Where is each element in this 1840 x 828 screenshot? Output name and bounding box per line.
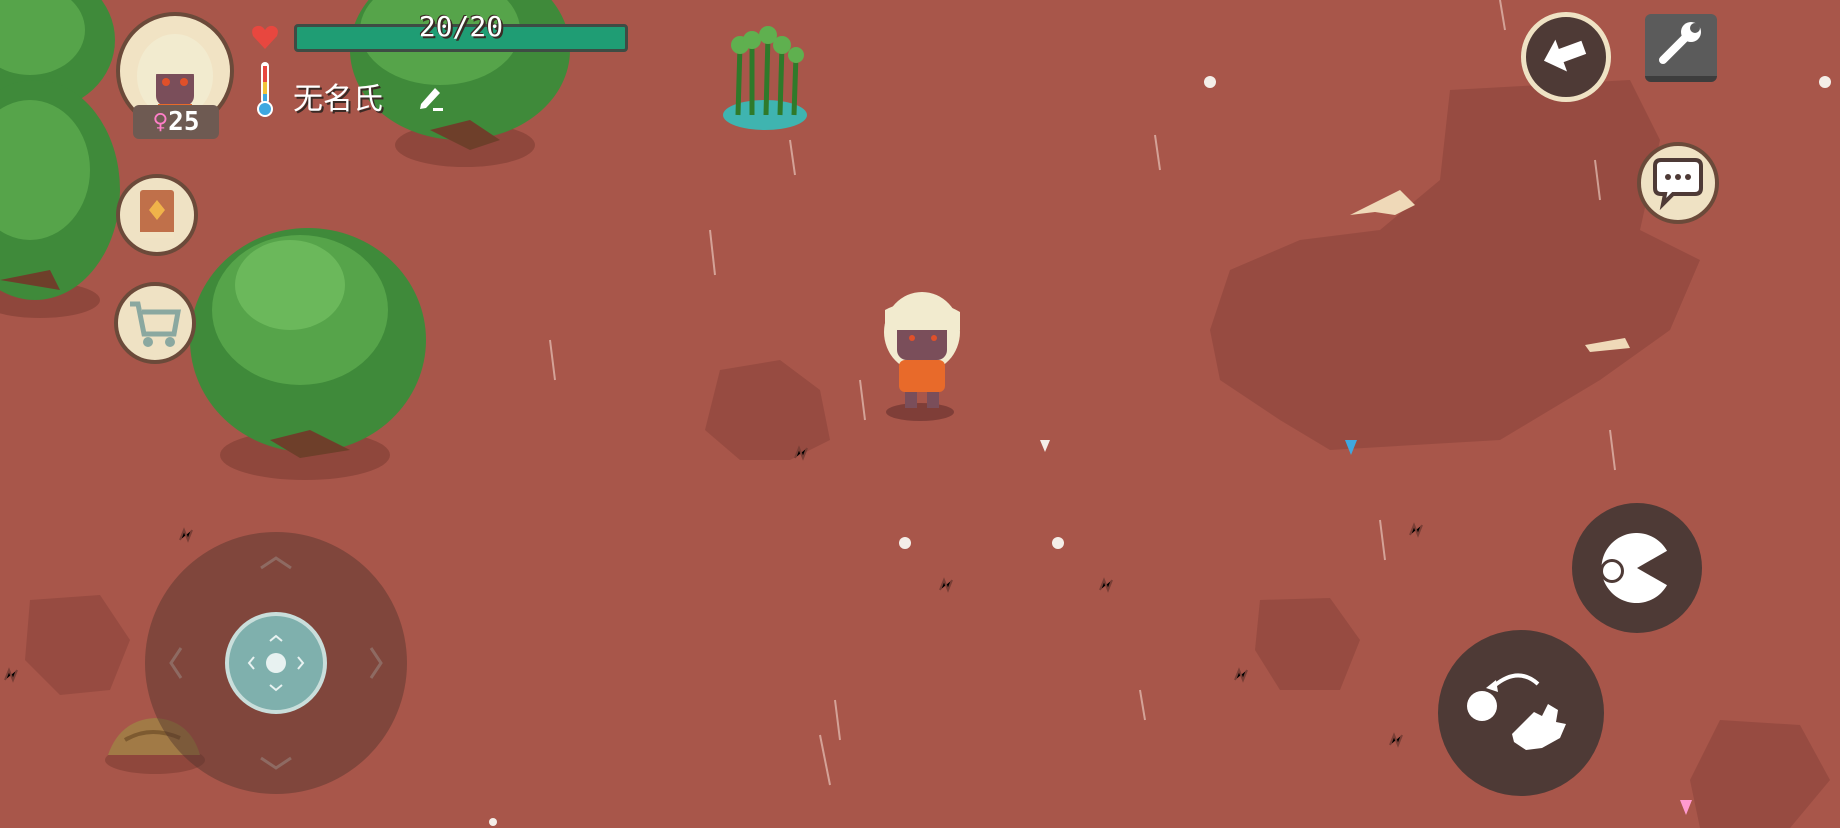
female-icon: ♀ (152, 107, 169, 137)
back-arrow-icon (1543, 39, 1587, 72)
heart-icon (252, 25, 278, 49)
thermometer-icon (257, 62, 273, 117)
gender-age-badge: ♀25 (133, 105, 219, 139)
chat-button[interactable] (1637, 142, 1719, 224)
settings-button[interactable] (1645, 14, 1717, 82)
health-value: 20/20 (418, 10, 504, 43)
journal-button[interactable] (116, 174, 198, 256)
throw-button[interactable] (1438, 630, 1604, 796)
joystick-knob-icon (247, 634, 305, 692)
eat-button[interactable] (1572, 503, 1702, 633)
cart-icon (130, 301, 181, 347)
age-value: 25 (168, 107, 200, 137)
pencil-icon[interactable] (415, 80, 447, 112)
joystick-knob[interactable] (225, 612, 327, 714)
chat-icon (1653, 158, 1703, 211)
wrench-icon (1659, 22, 1701, 64)
throw-icon (1467, 673, 1566, 750)
book-icon (140, 190, 174, 238)
player-name: 无名氏 (293, 82, 383, 117)
shop-button[interactable] (114, 282, 196, 364)
eat-icon (1600, 533, 1672, 603)
back-button[interactable] (1521, 12, 1611, 102)
